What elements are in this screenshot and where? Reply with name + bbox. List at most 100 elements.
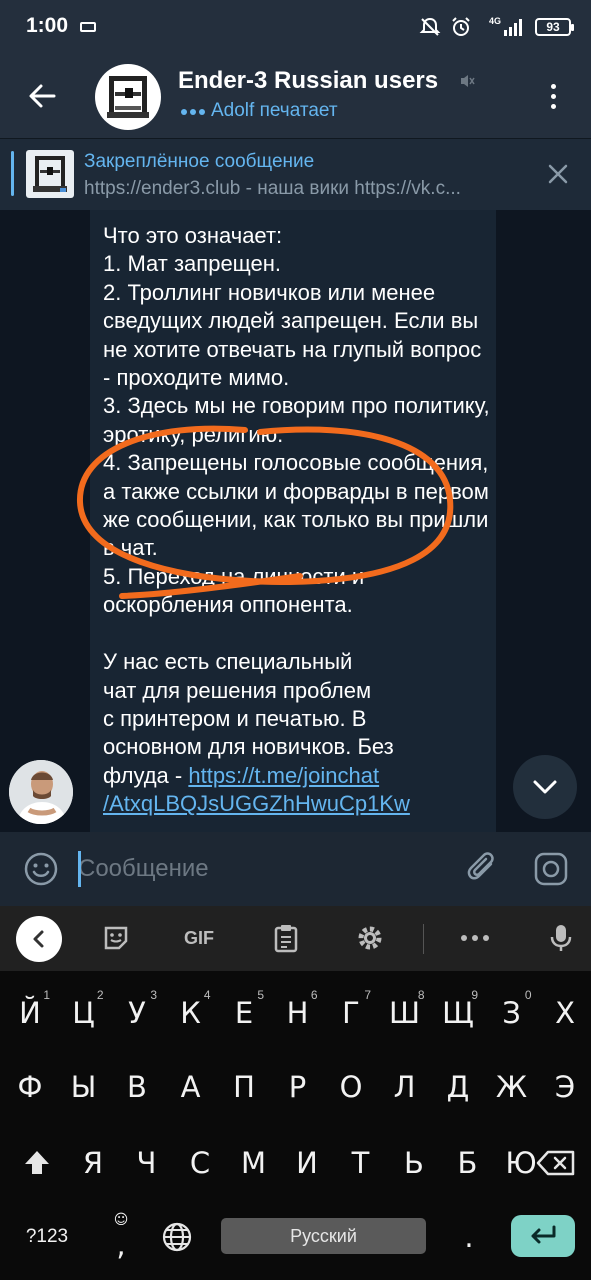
- key-hint: 0: [524, 988, 532, 1002]
- key-Р[interactable]: Р: [272, 1058, 324, 1116]
- key-label: С: [189, 1146, 211, 1180]
- key-К[interactable]: К4: [165, 984, 217, 1042]
- key-label: Е: [234, 996, 254, 1030]
- key-Ш[interactable]: Ш8: [379, 984, 431, 1042]
- key-label: Н: [286, 996, 309, 1030]
- key-label: Т: [351, 1146, 370, 1180]
- pinned-title: Закреплённое сообщение: [84, 151, 315, 172]
- key-Г[interactable]: Г7: [325, 984, 377, 1042]
- key-label: О: [339, 1070, 363, 1104]
- typing-dots-icon: [181, 109, 205, 115]
- key-Э[interactable]: Э: [539, 1058, 591, 1116]
- period-key[interactable]: .: [447, 1208, 491, 1266]
- key-Х[interactable]: Х: [539, 984, 591, 1042]
- key-Ы[interactable]: Ы: [58, 1058, 110, 1116]
- key-П[interactable]: П: [218, 1058, 270, 1116]
- camera-icon[interactable]: [532, 850, 570, 888]
- enter-key[interactable]: [511, 1215, 575, 1257]
- key-Щ[interactable]: Щ9: [432, 984, 484, 1042]
- key-Ц[interactable]: Ц2: [58, 984, 110, 1042]
- key-label: Ж: [495, 1070, 528, 1104]
- key-hint: 6: [310, 988, 318, 1002]
- key-hint: 1: [43, 988, 50, 1002]
- key-Ч[interactable]: Ч: [121, 1134, 173, 1192]
- chat-area[interactable]: Что это означает: 1. Мат запрещен. 2. Тр…: [0, 210, 591, 832]
- key-label: Ш: [388, 996, 420, 1030]
- key-Ж[interactable]: Ж: [486, 1058, 538, 1116]
- key-hint: 9: [471, 988, 478, 1002]
- language-key[interactable]: [152, 1208, 202, 1266]
- pinned-indicator: [11, 151, 14, 196]
- key-hint: 8: [417, 988, 425, 1002]
- scroll-down-button[interactable]: [513, 755, 577, 819]
- backspace-icon: [536, 1150, 575, 1176]
- symbols-key[interactable]: ?123: [14, 1208, 80, 1266]
- keyboard-toolbar: GIF: [0, 906, 591, 971]
- key-Л[interactable]: Л: [379, 1058, 431, 1116]
- sticker-icon: [104, 926, 128, 950]
- key-Д[interactable]: Д: [432, 1058, 484, 1116]
- clipboard-button[interactable]: [270, 919, 302, 957]
- status-icons: 4G 93: [419, 14, 574, 40]
- key-С[interactable]: С: [174, 1134, 226, 1192]
- sticker-button[interactable]: [100, 919, 132, 957]
- key-З[interactable]: З0: [486, 984, 538, 1042]
- keyboard-back-button[interactable]: [16, 916, 62, 962]
- chevron-left-icon: [33, 930, 44, 948]
- key-label: У: [128, 996, 146, 1030]
- sender-avatar[interactable]: [9, 760, 73, 824]
- chat-avatar[interactable]: [95, 64, 161, 130]
- key-Я[interactable]: Я: [67, 1134, 119, 1192]
- key-Е[interactable]: Е5: [218, 984, 270, 1042]
- key-label: Щ: [442, 996, 474, 1030]
- symbols-key-label: ?123: [25, 1226, 69, 1247]
- key-label: Ы: [70, 1070, 97, 1104]
- comma-label: ,: [116, 1228, 126, 1262]
- key-label: Д: [446, 1070, 470, 1104]
- key-label: Ф: [17, 1070, 43, 1104]
- key-М[interactable]: М: [228, 1134, 280, 1192]
- emoji-icon[interactable]: [22, 850, 60, 888]
- key-Н[interactable]: Н6: [272, 984, 324, 1042]
- voice-input-button[interactable]: [546, 919, 576, 957]
- shift-icon: [25, 1151, 49, 1174]
- key-label: Й: [19, 996, 41, 1030]
- alarm-muted-icon: [419, 17, 441, 36]
- key-label: В: [127, 1070, 147, 1104]
- key-Й[interactable]: Й1: [4, 984, 56, 1042]
- pinned-message-bar[interactable]: Закреплённое сообщение https://ender3.cl…: [0, 138, 591, 210]
- more-menu-button[interactable]: [533, 74, 573, 118]
- key-Ь[interactable]: Ь: [388, 1134, 440, 1192]
- space-key[interactable]: Русский: [221, 1218, 426, 1254]
- mic-icon: [550, 925, 572, 951]
- key-label: Ц: [72, 996, 95, 1030]
- key-И[interactable]: И: [281, 1134, 333, 1192]
- key-label: Г: [342, 996, 360, 1030]
- typing-status: Adolf печатает: [211, 100, 338, 121]
- key-Ф[interactable]: Ф: [4, 1058, 56, 1116]
- comma-emoji-icon: ☺: [113, 1212, 129, 1228]
- key-Т[interactable]: Т: [335, 1134, 387, 1192]
- close-icon[interactable]: [543, 159, 573, 189]
- gif-button[interactable]: GIF: [178, 919, 220, 957]
- key-label: Э: [554, 1070, 576, 1104]
- message-input[interactable]: [78, 850, 438, 888]
- 3d-printer-icon: [107, 76, 149, 118]
- key-label: К: [180, 996, 201, 1030]
- paperclip-icon[interactable]: [464, 850, 502, 888]
- more-icon: [461, 935, 489, 941]
- back-button[interactable]: [20, 74, 64, 118]
- key-Б[interactable]: Б: [442, 1134, 494, 1192]
- chevron-down-icon: [533, 780, 557, 794]
- shift-key[interactable]: [8, 1134, 66, 1192]
- user-avatar-icon: [9, 760, 73, 824]
- more-button[interactable]: [458, 919, 492, 957]
- settings-button[interactable]: [354, 919, 386, 957]
- backspace-key[interactable]: [528, 1134, 584, 1192]
- key-В[interactable]: В: [111, 1058, 163, 1116]
- key-О[interactable]: О: [325, 1058, 377, 1116]
- key-hint: 3: [150, 988, 157, 1002]
- comma-key[interactable]: ☺ ,: [96, 1208, 146, 1266]
- key-А[interactable]: А: [165, 1058, 217, 1116]
- key-У[interactable]: У3: [111, 984, 163, 1042]
